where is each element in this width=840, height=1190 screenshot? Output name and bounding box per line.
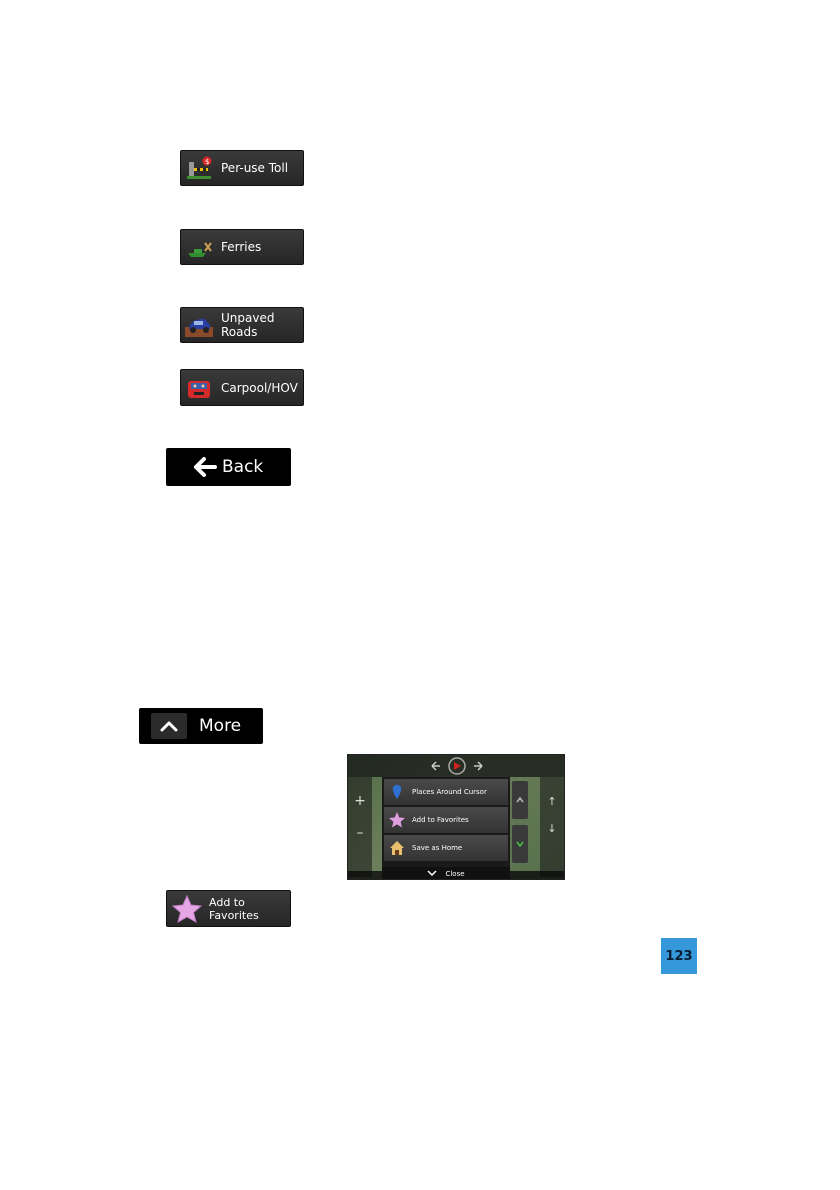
star-icon bbox=[171, 894, 203, 924]
more-label: More bbox=[199, 716, 242, 736]
menu-item-label: Places Around Cursor bbox=[412, 788, 487, 796]
back-arrow-icon bbox=[192, 455, 218, 479]
menu-item-add-to-favorites[interactable]: Add to Favorites bbox=[384, 807, 508, 833]
carpool-hov-button[interactable]: Carpool/HOV bbox=[180, 369, 304, 406]
menu-item-save-as-home[interactable]: Save as Home bbox=[384, 835, 508, 861]
chevron-up-icon bbox=[151, 713, 187, 739]
back-label: Back bbox=[222, 457, 264, 477]
tilt-controls: ↑ ↓ bbox=[540, 777, 564, 877]
map-top-bar bbox=[348, 755, 564, 777]
zoom-controls: + – bbox=[348, 777, 372, 877]
ferries-button[interactable]: Ferries bbox=[180, 229, 304, 265]
carpool-hov-label: Carpool/HOV bbox=[221, 380, 298, 395]
ferry-icon bbox=[185, 235, 213, 259]
scroll-down-icon[interactable] bbox=[512, 825, 528, 863]
unpaved-roads-label: Unpaved Roads bbox=[221, 311, 275, 339]
per-use-toll-button[interactable]: $ Per-use Toll bbox=[180, 150, 304, 186]
svg-text:$: $ bbox=[205, 158, 209, 166]
map-top-icons bbox=[431, 757, 483, 775]
page-number-badge: 123 bbox=[661, 938, 697, 974]
menu-item-label: Add to Favorites bbox=[412, 816, 469, 824]
star-icon bbox=[388, 811, 406, 829]
zoom-out-icon[interactable]: – bbox=[348, 825, 372, 841]
menu-item-places-around-cursor[interactable]: Places Around Cursor bbox=[384, 779, 508, 805]
back-button[interactable]: Back bbox=[166, 448, 291, 486]
arrow-down-icon[interactable]: ↓ bbox=[540, 822, 564, 835]
map-pin-icon bbox=[388, 783, 406, 801]
ferries-label: Ferries bbox=[221, 240, 262, 254]
arrow-up-icon[interactable]: ↑ bbox=[540, 795, 564, 808]
home-icon bbox=[388, 839, 406, 857]
chevron-down-icon bbox=[427, 870, 437, 878]
per-use-toll-label: Per-use Toll bbox=[221, 161, 289, 175]
unpaved-roads-button[interactable]: Unpaved Roads bbox=[180, 307, 304, 343]
unpaved-road-icon bbox=[185, 313, 213, 337]
carpool-car-icon bbox=[185, 376, 213, 400]
cursor-menu: Places Around Cursor Add to Favorites Sa… bbox=[382, 777, 510, 871]
scroll-up-icon[interactable] bbox=[512, 781, 528, 819]
menu-item-label: Save as Home bbox=[412, 844, 463, 852]
zoom-in-icon[interactable]: + bbox=[348, 793, 372, 809]
toll-gate-icon: $ bbox=[185, 156, 213, 180]
add-to-favorites-label: Add to Favorites bbox=[209, 895, 259, 922]
menu-scrollbar[interactable] bbox=[512, 781, 528, 863]
more-button[interactable]: More bbox=[139, 708, 263, 744]
close-menu-button[interactable]: Close bbox=[382, 867, 510, 879]
close-label: Close bbox=[445, 870, 465, 878]
add-to-favorites-button[interactable]: Add to Favorites bbox=[166, 890, 291, 927]
device-screenshot: + – ↑ ↓ Places Around Cursor Add to Favo… bbox=[347, 754, 565, 880]
